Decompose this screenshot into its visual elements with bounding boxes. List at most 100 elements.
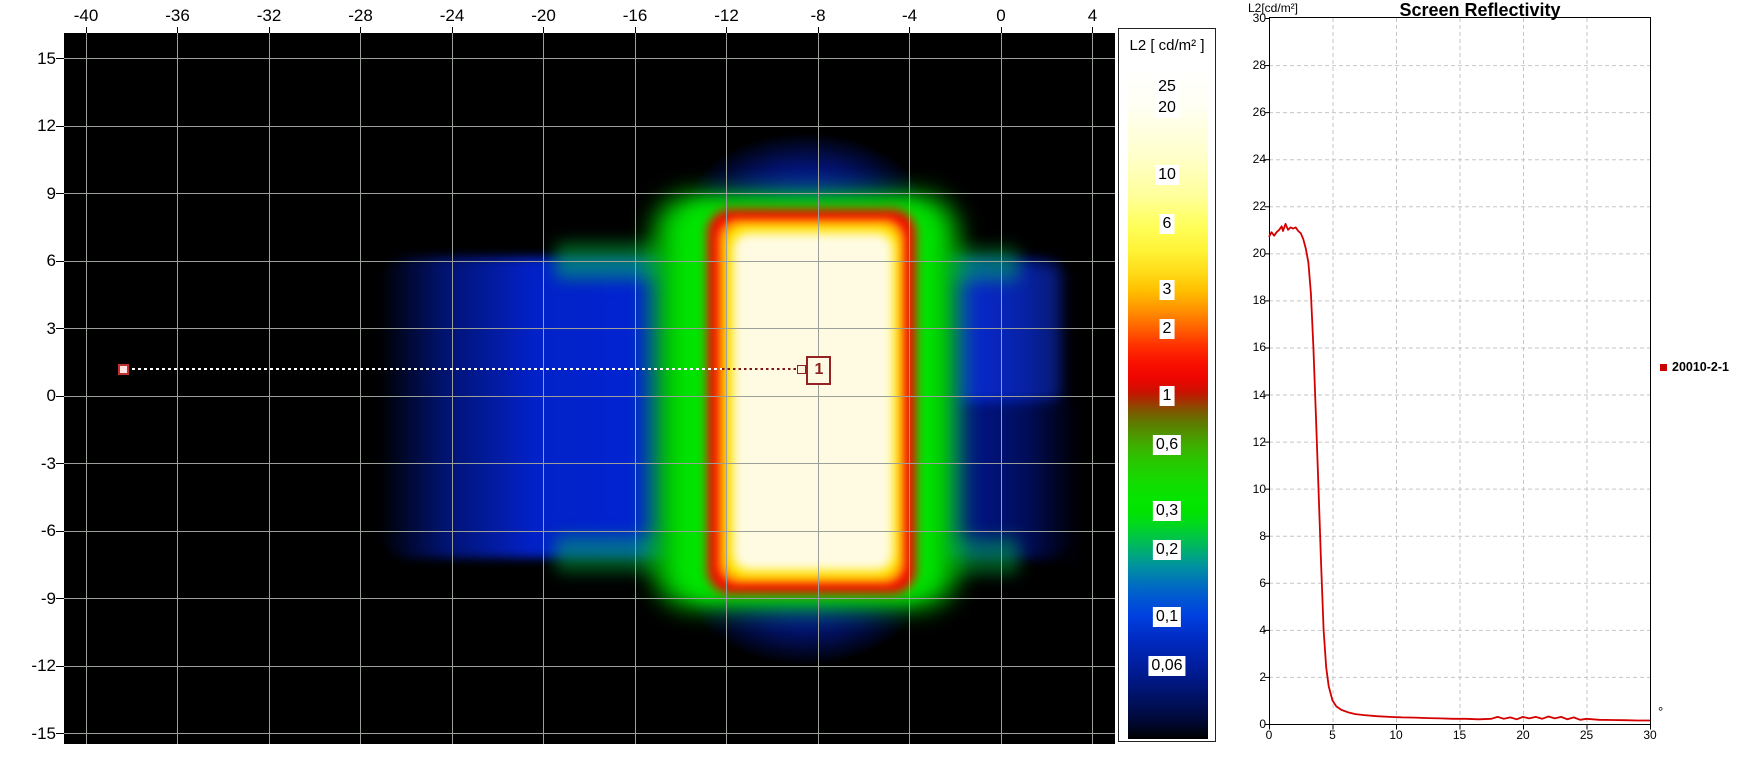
- colorbar: L2 [ cd/m² ] 25201063210,60,30,20,10,06: [1118, 28, 1216, 742]
- colorbar-tick-label: 0,3: [1153, 501, 1181, 521]
- rc-y-tick-label: 4: [1240, 623, 1266, 637]
- y-tick-label: -15: [12, 724, 56, 744]
- rc-y-tick-label: 16: [1240, 340, 1266, 354]
- rc-y-tick-label: 22: [1240, 199, 1266, 213]
- x-tick-label: -16: [607, 6, 663, 26]
- rc-x-tick-label: 0: [1254, 728, 1284, 742]
- rc-y-tick-label: 20: [1240, 246, 1266, 260]
- grid-hline: [64, 126, 1115, 127]
- y-tick-mark: [56, 666, 64, 667]
- probe-label-text: 1: [814, 361, 823, 378]
- grid-hline: [64, 396, 1115, 397]
- probe-label-box[interactable]: 1: [806, 356, 831, 385]
- probe-end-handle[interactable]: [797, 365, 806, 374]
- y-tick-label: 0: [12, 386, 56, 406]
- x-tick-label: -24: [424, 6, 480, 26]
- y-tick-mark: [56, 463, 64, 464]
- grid-vline: [452, 33, 453, 744]
- y-tick-mark: [56, 733, 64, 734]
- x-tick-label: -12: [699, 6, 755, 26]
- colorbar-tick-label: 6: [1160, 214, 1175, 234]
- rc-y-tick-label: 12: [1240, 435, 1266, 449]
- grid-vline: [818, 33, 819, 744]
- rc-y-tick-label: 28: [1240, 58, 1266, 72]
- colorbar-tick-label: 2: [1160, 319, 1175, 339]
- grid-vline: [360, 33, 361, 744]
- colorbar-title: L2 [ cd/m² ]: [1119, 37, 1215, 54]
- grid-vline: [1001, 33, 1002, 744]
- y-tick-label: -6: [12, 521, 56, 541]
- x-tick-label: -40: [58, 6, 114, 26]
- y-tick-label: 6: [12, 251, 56, 271]
- rc-x-tick-label: 20: [1508, 728, 1538, 742]
- y-tick-label: 9: [12, 184, 56, 204]
- y-tick-label: 12: [12, 116, 56, 136]
- luminance-analysis-window: -40-36-32-28-24-20-16-12-8-40415129630-3…: [0, 0, 1741, 760]
- y-tick-mark: [56, 598, 64, 599]
- x-tick-label: 4: [1065, 6, 1121, 26]
- rc-y-tick-label: 24: [1240, 152, 1266, 166]
- y-tick-mark: [56, 261, 64, 262]
- rc-x-tick-label: 25: [1572, 728, 1602, 742]
- probe-start-marker[interactable]: [118, 364, 129, 375]
- x-tick-label: -8: [790, 6, 846, 26]
- luminance-map-plot-area[interactable]: 1: [64, 33, 1115, 744]
- x-tick-label: -28: [333, 6, 389, 26]
- luminance-map-grid: [64, 33, 1115, 744]
- rc-y-tick-label: 30: [1240, 11, 1266, 25]
- grid-hline: [64, 666, 1115, 667]
- y-tick-label: 3: [12, 319, 56, 339]
- x-tick-label: 0: [973, 6, 1029, 26]
- grid-hline: [64, 261, 1115, 262]
- legend-marker-icon: [1660, 364, 1667, 371]
- reflectivity-plot-area[interactable]: [1240, 0, 1741, 760]
- grid-vline: [1092, 33, 1093, 744]
- reflectivity-legend-item[interactable]: 20010-2-1: [1660, 360, 1729, 374]
- y-tick-mark: [56, 126, 64, 127]
- y-tick-label: -3: [12, 454, 56, 474]
- y-tick-mark: [56, 328, 64, 329]
- rc-x-tick-label: 15: [1445, 728, 1475, 742]
- rc-x-tick-label: 30: [1635, 728, 1665, 742]
- x-tick-label: -32: [241, 6, 297, 26]
- y-tick-label: -12: [12, 656, 56, 676]
- rc-y-tick-label: 26: [1240, 105, 1266, 119]
- y-tick-label: -9: [12, 589, 56, 609]
- colorbar-tick-label: 0,06: [1148, 656, 1185, 676]
- y-tick-label: 15: [12, 49, 56, 69]
- grid-hline: [64, 531, 1115, 532]
- y-tick-mark: [56, 396, 64, 397]
- rc-y-tick-label: 10: [1240, 482, 1266, 496]
- grid-vline: [86, 33, 87, 744]
- probe-line-over-bright: [722, 368, 797, 370]
- legend-label: 20010-2-1: [1672, 360, 1729, 374]
- colorbar-tick-label: 0,1: [1153, 607, 1181, 627]
- rc-y-tick-label: 8: [1240, 529, 1266, 543]
- y-tick-mark: [56, 193, 64, 194]
- colorbar-tick-label: 0,6: [1153, 435, 1181, 455]
- grid-hline: [64, 328, 1115, 329]
- colorbar-tick-label: 1: [1160, 386, 1175, 406]
- colorbar-tick-label: 0,2: [1153, 540, 1181, 560]
- grid-hline: [64, 733, 1115, 734]
- grid-vline: [635, 33, 636, 744]
- y-tick-mark: [56, 58, 64, 59]
- rc-x-tick-label: 5: [1318, 728, 1348, 742]
- rc-y-tick-label: 6: [1240, 576, 1266, 590]
- grid-hline: [64, 193, 1115, 194]
- grid-hline: [64, 598, 1115, 599]
- x-tick-label: -36: [150, 6, 206, 26]
- grid-hline: [64, 58, 1115, 59]
- x-tick-label: -4: [882, 6, 938, 26]
- grid-hline: [64, 463, 1115, 464]
- rc-y-tick-label: 2: [1240, 670, 1266, 684]
- grid-vline: [543, 33, 544, 744]
- rc-y-tick-label: 18: [1240, 293, 1266, 307]
- probe-line: [126, 368, 722, 370]
- rc-y-tick-label: 14: [1240, 388, 1266, 402]
- colorbar-tick-label: 25: [1155, 77, 1179, 97]
- grid-vline: [177, 33, 178, 744]
- rc-x-tick-label: 10: [1381, 728, 1411, 742]
- colorbar-tick-label: 3: [1160, 280, 1175, 300]
- x-tick-label: -20: [516, 6, 572, 26]
